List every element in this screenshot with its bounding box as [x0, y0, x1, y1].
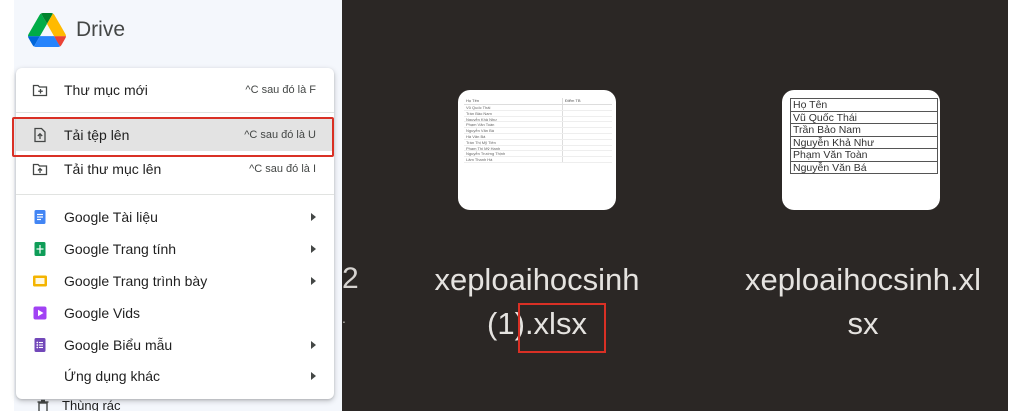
sheet-cell [562, 116, 612, 122]
file-name-line: sx [847, 306, 879, 341]
menu-item-shortcut: ^C sau đó là F [245, 84, 316, 96]
menu-item-new-folder[interactable]: Thư mục mới ^C sau đó là F [16, 74, 334, 106]
sheet-row: Phạm Văn Toàn [790, 149, 938, 162]
drive-logo-icon [28, 13, 66, 47]
menu-item-google-slides[interactable]: Google Trang trình bày [16, 265, 334, 297]
sheet-cell: Trần Bảo Nam [466, 110, 492, 116]
sheet-header-cell: Điểm TB [562, 98, 612, 104]
sheet-cell [562, 110, 612, 116]
sheet-preview: Họ Tên Vũ Quốc Thái Trần Bảo Nam Nguyễn … [790, 98, 938, 174]
sheet-cell [562, 133, 612, 139]
menu-item-more-apps[interactable]: Ứng dụng khác [16, 360, 334, 392]
sheet-cell: Nguyễn Trường Thịnh [466, 151, 506, 157]
sheet-cell [562, 157, 612, 162]
folder-plus-icon [32, 84, 48, 97]
folder-upload-icon [32, 163, 48, 176]
sheet-row: Lâm Thanh Hà [464, 157, 612, 163]
drive-title: Drive [76, 18, 126, 41]
file-name-prefix: (1) [487, 306, 525, 341]
sheet-row: Nguyễn Văn Bá [790, 161, 938, 174]
docs-icon [34, 210, 46, 224]
sheet-preview: Họ Tên Điểm TB Vũ Quốc Thái Trần Bảo Nam… [464, 98, 612, 163]
menu-item-google-docs[interactable]: Google Tài liệu [16, 201, 334, 233]
screenshot-frame: Drive Thùng rác Thư mục mới ^C sau đó là… [0, 0, 1024, 411]
sheets-icon [34, 242, 46, 256]
chevron-right-icon [311, 372, 316, 380]
sheet-cell: Nguyễn Khả Như [466, 116, 497, 122]
partial-file-name-sub: . [342, 310, 346, 326]
sidebar-item-trash[interactable]: Thùng rác [36, 398, 121, 411]
forms-icon [34, 338, 46, 352]
sheet-cell: Hà Văn Bá [466, 133, 486, 139]
menu-divider [16, 112, 334, 113]
menu-item-shortcut: ^C sau đó là U [244, 129, 316, 141]
sidebar-item-label: Thùng rác [62, 398, 121, 411]
trash-icon [37, 399, 49, 411]
menu-item-label: Ứng dụng khác [64, 368, 161, 384]
menu-item-shortcut: ^C sau đó là I [249, 163, 316, 175]
file-name-1[interactable]: xeploaihocsinh (1).xlsx [398, 258, 676, 346]
menu-divider [16, 194, 334, 195]
sheet-cell: Phạm Văn Toàn [466, 122, 495, 128]
sheet-cell [562, 151, 612, 157]
menu-item-google-vids[interactable]: Google Vids [16, 297, 334, 329]
menu-item-google-forms[interactable]: Google Biểu mẫu [16, 329, 334, 361]
sheet-cell [562, 122, 612, 128]
file-name-line: xeploaihocsinh [434, 262, 640, 297]
file-upload-icon [34, 127, 46, 143]
new-item-menu: Thư mục mới ^C sau đó là F Tải tệp lên ^… [16, 68, 334, 399]
vids-icon [33, 306, 47, 320]
chevron-right-icon [311, 277, 316, 285]
sheet-cell [562, 145, 612, 151]
sheet-cell [562, 128, 612, 133]
sheet-row: Họ Tên [790, 99, 938, 112]
partial-file-name: 2 [342, 262, 359, 295]
sheet-cell: Nguyễn Văn Bá [466, 128, 495, 133]
menu-item-label: Google Tài liệu [64, 209, 158, 225]
menu-item-upload-file[interactable]: Tải tệp lên ^C sau đó là U [16, 119, 334, 151]
chevron-right-icon [311, 341, 316, 349]
file-thumbnail-2[interactable]: Họ Tên Vũ Quốc Thái Trần Bảo Nam Nguyễn … [782, 90, 940, 210]
file-name-line: xeploaihocsinh.xl [744, 262, 982, 297]
sheet-header-cell: Họ Tên [466, 98, 480, 103]
file-name-2[interactable]: xeploaihocsinh.xl sx [718, 258, 1008, 346]
chevron-right-icon [311, 213, 316, 221]
menu-item-upload-folder[interactable]: Tải thư mục lên ^C sau đó là I [16, 153, 334, 185]
menu-item-label: Google Trang tính [64, 241, 177, 257]
sheet-cell: Lâm Thanh Hà [466, 157, 493, 162]
sheet-cell [562, 105, 612, 110]
file-extension: .xlsx [524, 306, 587, 341]
file-name-line: (1).xlsx [398, 302, 676, 346]
menu-item-label: Thư mục mới [64, 82, 148, 98]
sheet-row: Trần Bảo Nam [790, 124, 938, 137]
menu-item-google-sheets[interactable]: Google Trang tính [16, 233, 334, 265]
sheet-cell: Phạm Thị Mỹ Hạnh [466, 145, 501, 151]
sheet-cell: Trần Thị Mỹ Tiên [466, 139, 496, 145]
chevron-right-icon [311, 245, 316, 253]
menu-item-label: Google Biểu mẫu [64, 337, 173, 353]
menu-item-label: Google Vids [64, 305, 141, 321]
sheet-header-row: Họ Tên Điểm TB [464, 98, 612, 105]
file-preview-panel: 2 . Họ Tên Điểm TB Vũ Quốc Thái Trần Bảo… [342, 0, 1008, 411]
menu-item-label: Google Trang trình bày [64, 273, 208, 289]
file-thumbnail-1[interactable]: Họ Tên Điểm TB Vũ Quốc Thái Trần Bảo Nam… [458, 90, 616, 210]
menu-item-label: Tải thư mục lên [64, 161, 162, 177]
sheet-row: Vũ Quốc Thái [790, 111, 938, 124]
slides-icon [33, 275, 47, 287]
drive-header[interactable]: Drive [28, 8, 125, 52]
sheet-row: Nguyễn Khả Như [790, 136, 938, 149]
menu-item-label: Tải tệp lên [64, 127, 130, 143]
sheet-cell [562, 139, 612, 145]
sheet-cell: Vũ Quốc Thái [466, 105, 491, 110]
